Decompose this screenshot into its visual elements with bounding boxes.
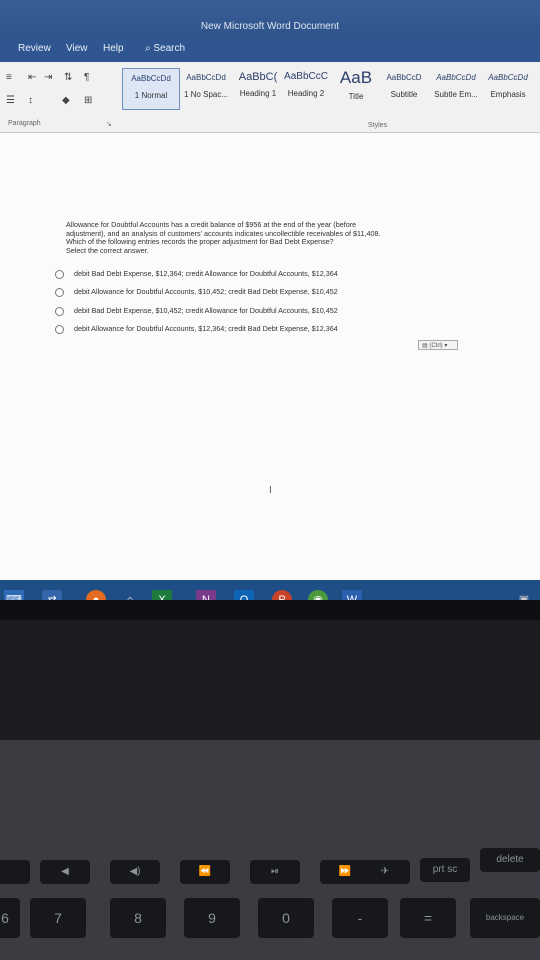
key-airplane-icon: ✈ [360, 860, 410, 884]
key-delete: delete [480, 848, 540, 872]
line-spacing-icon[interactable]: ↕ [28, 95, 33, 106]
key-6: 6 [0, 898, 20, 938]
key-volume-icon: ◀) [110, 860, 160, 884]
paragraph-group: ≡ ⇤ ⇥ ⇅ ¶ ☰ ↕ ◆ ⊞ Paragraph ↘ [0, 62, 118, 132]
option-label: debit Allowance for Doubtful Accounts, $… [74, 287, 338, 296]
search-icon: ⌕ [145, 43, 151, 54]
borders-icon[interactable]: ⊞ [84, 95, 92, 106]
style-preview: AaBbCcDd [436, 73, 476, 82]
home-icon[interactable]: ⌂ [120, 590, 140, 600]
option-label: debit Bad Debt Expense, $10,452; credit … [74, 306, 338, 315]
title-bar: New Microsoft Word Document [0, 0, 540, 38]
answer-option-2[interactable]: debit Allowance for Doubtful Accounts, $… [55, 287, 338, 297]
increase-indent-icon[interactable]: ⇥ [44, 72, 52, 83]
multilevel-list-icon[interactable]: ≡ [6, 72, 12, 83]
style-name: Heading 2 [287, 89, 325, 98]
style-normal[interactable]: AaBbCcDd 1 Normal [122, 68, 180, 110]
decrease-indent-icon[interactable]: ⇤ [28, 72, 36, 83]
question-text: Allowance for Doubtful Accounts has a cr… [66, 220, 506, 255]
paste-options-button[interactable]: ▤ (Ctrl) ▾ [418, 340, 458, 350]
style-preview: AaBbCcDd [488, 73, 528, 82]
style-heading-2[interactable]: AaBbCcC Heading 2 [278, 68, 334, 108]
key-minus: - [332, 898, 388, 938]
show-formatting-icon[interactable]: ¶ [84, 72, 89, 83]
shading-icon[interactable]: ◆ [62, 95, 70, 106]
style-preview: AaBbCcDd [186, 73, 226, 82]
answer-option-4[interactable]: debit Allowance for Doubtful Accounts, $… [55, 324, 338, 334]
onenote-icon[interactable]: N [196, 590, 216, 600]
key-0: 0 [258, 898, 314, 938]
key-9: 9 [184, 898, 240, 938]
style-name: Emphasis [490, 90, 526, 99]
tab-review[interactable]: Review [18, 43, 51, 54]
style-subtle-emphasis[interactable]: AaBbCcDd Subtle Em... [428, 68, 484, 108]
tab-help[interactable]: Help [103, 43, 124, 54]
question-line: Select the correct answer. [66, 245, 149, 255]
search-tab[interactable]: ⌕ Search [145, 43, 185, 54]
style-name: Subtle Em... [434, 90, 478, 99]
chrome-icon[interactable]: ◉ [308, 590, 328, 600]
style-emphasis[interactable]: AaBbCcDd Emphasis [480, 68, 536, 108]
chevron-down-icon: ▾ [444, 343, 448, 349]
ribbon: ≡ ⇤ ⇥ ⇅ ¶ ☰ ↕ ◆ ⊞ Paragraph ↘ AaBbCcDd 1… [0, 62, 540, 133]
key-7: 7 [30, 898, 86, 938]
key-f6 [0, 860, 30, 884]
style-name: 1 No Spac... [183, 90, 229, 99]
key-prtsc: prt sc [420, 858, 470, 882]
key-backspace: backspace [470, 898, 540, 938]
document-page[interactable]: Allowance for Doubtful Accounts has a cr… [0, 133, 540, 580]
firefox-icon[interactable]: ● [86, 590, 106, 600]
answer-option-3[interactable]: debit Bad Debt Expense, $10,452; credit … [55, 306, 338, 316]
styles-group-label: Styles [368, 122, 388, 129]
clipboard-icon: ▤ [422, 343, 428, 349]
keyboard-icon[interactable]: ⌨ [4, 590, 24, 600]
word-icon[interactable]: W [342, 590, 362, 600]
key-mute-icon: ◀ [40, 860, 90, 884]
search-label: Search [153, 43, 186, 54]
style-no-spacing[interactable]: AaBbCcDd 1 No Spac... [178, 68, 234, 108]
style-subtitle[interactable]: AaBbCcD Subtitle [376, 68, 432, 108]
style-name: 1 Normal [134, 91, 168, 100]
key-8: 8 [110, 898, 166, 938]
radio-button[interactable] [55, 269, 64, 279]
ribbon-tab-bar: Review View Help ⌕ Search [0, 38, 540, 62]
answer-option-1[interactable]: debit Bad Debt Expense, $12,364; credit … [55, 269, 338, 279]
key-rewind-icon: ⏪ [180, 860, 230, 884]
radio-button[interactable] [55, 287, 64, 297]
key-play-icon: ⏯ [250, 860, 300, 884]
excel-icon[interactable]: X [152, 590, 172, 600]
paste-options-label: (Ctrl) [429, 343, 443, 349]
show-desktop-icon[interactable]: ▣ [514, 590, 534, 600]
monitor-screen: New Microsoft Word Document Review View … [0, 0, 540, 600]
style-preview: AaBbCcD [386, 73, 422, 82]
laptop-keyboard: ◀ ◀) ⏪ ⏯ ⏩ ✈ prt sc delete 6 7 8 9 0 - =… [0, 740, 540, 960]
key-equals: = [400, 898, 456, 938]
style-preview: AaBbCcC [284, 71, 328, 82]
teamviewer-icon[interactable]: ⇄ [42, 590, 62, 600]
tab-view[interactable]: View [66, 43, 88, 54]
window-title: New Microsoft Word Document [200, 21, 340, 32]
text-cursor-icon: I [269, 485, 272, 496]
radio-button[interactable] [55, 324, 64, 334]
align-icon[interactable]: ☰ [6, 95, 15, 106]
laptop-bezel [0, 620, 540, 740]
powerpoint-icon[interactable]: P [272, 590, 292, 600]
outlook-icon[interactable]: O [234, 590, 254, 600]
paragraph-launcher-icon[interactable]: ↘ [106, 120, 112, 128]
option-label: debit Bad Debt Expense, $12,364; credit … [74, 269, 338, 278]
style-name: Subtitle [390, 90, 418, 99]
taskbar: ⌨ ⇄ ● ⌂ X N O P ◉ W ▣ [0, 580, 540, 600]
style-preview: AaBbCcDd [131, 74, 171, 83]
paragraph-group-label: Paragraph [8, 120, 41, 127]
sort-icon[interactable]: ⇅ [64, 72, 72, 83]
radio-button[interactable] [55, 306, 64, 316]
option-label: debit Allowance for Doubtful Accounts, $… [74, 324, 338, 333]
